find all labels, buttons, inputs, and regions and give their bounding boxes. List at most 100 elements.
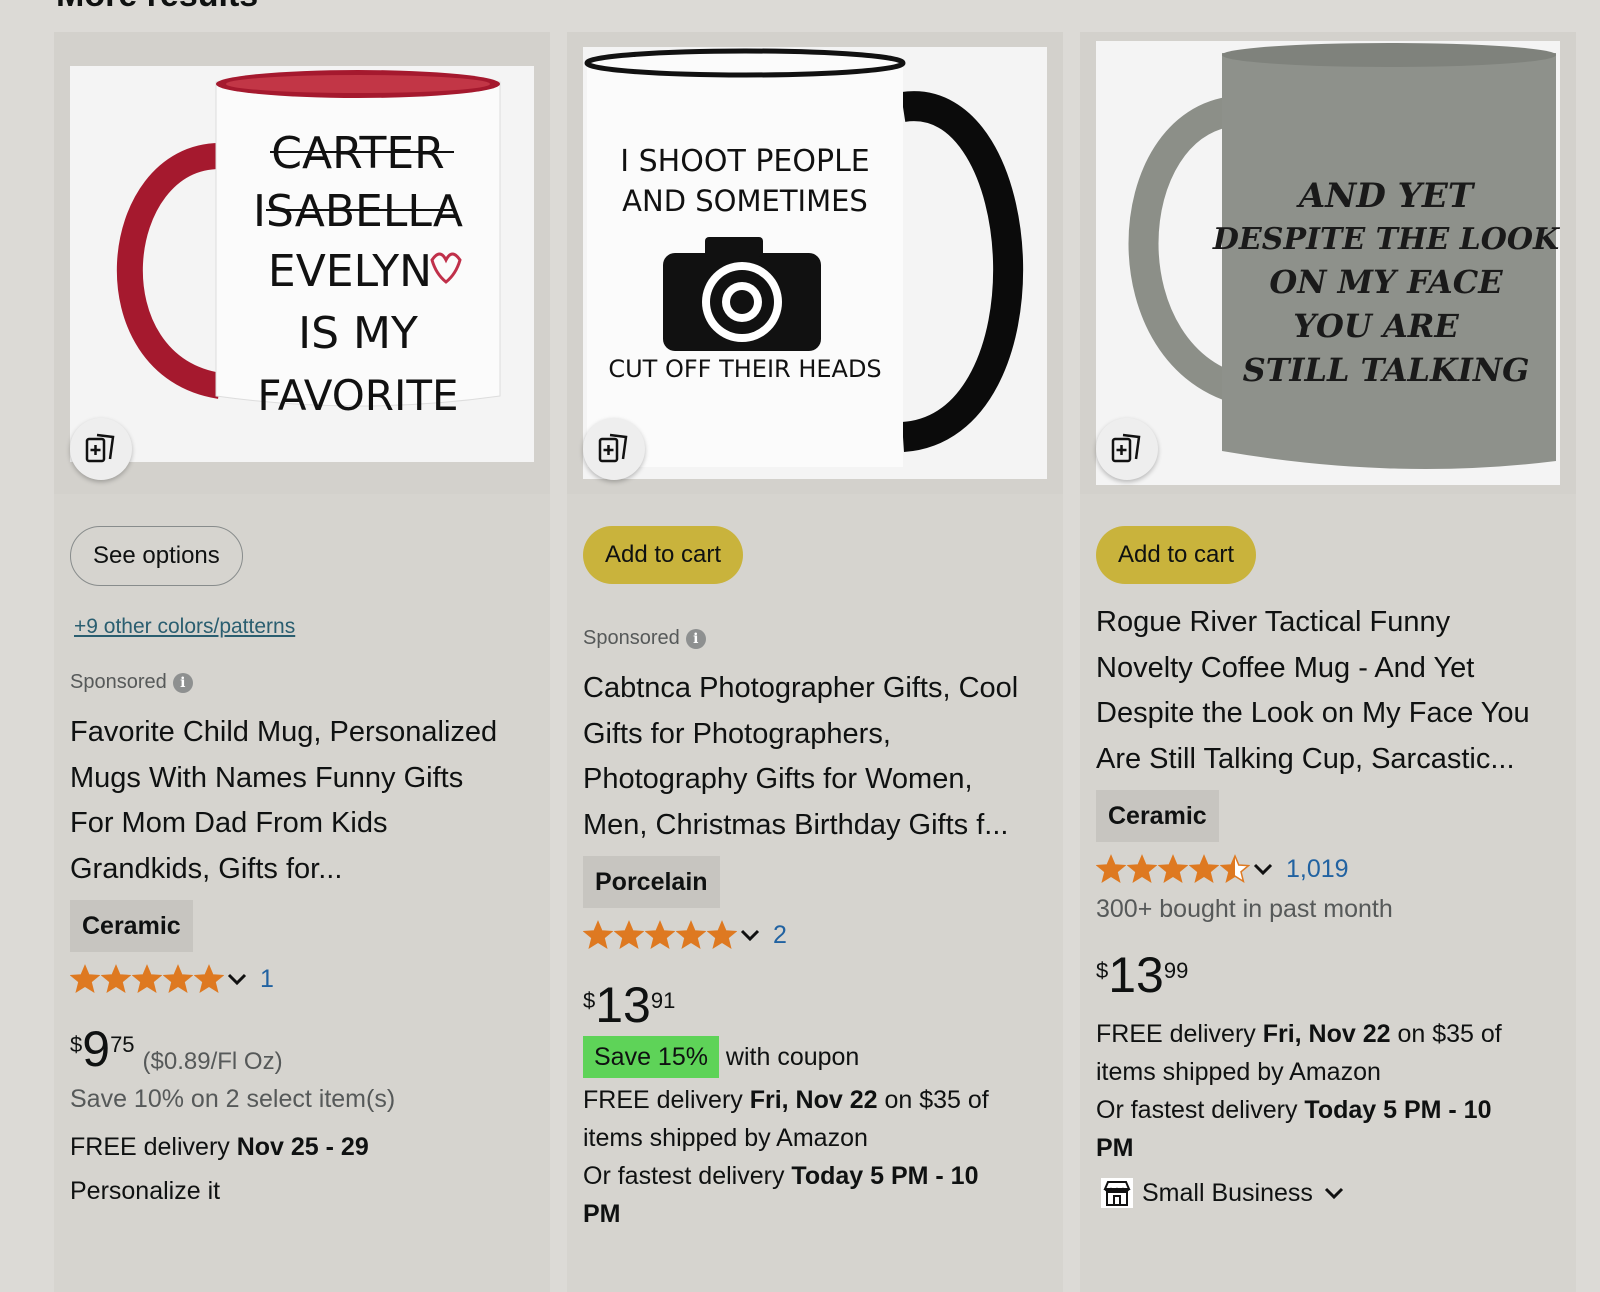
- rating-count-link[interactable]: 1: [260, 965, 274, 994]
- sponsored-label[interactable]: Sponsored i: [583, 627, 706, 650]
- star-icon: [163, 964, 193, 994]
- rating-row[interactable]: 2: [583, 920, 787, 950]
- mug-text-line: ISABELLA: [253, 186, 463, 237]
- add-to-cart-button[interactable]: Add to cart: [583, 526, 744, 584]
- add-to-compare-icon: [598, 433, 628, 463]
- title-line: Novelty Coffee Mug - And Yet: [1096, 651, 1475, 684]
- star-icon: [614, 920, 644, 950]
- product-title-link[interactable]: Rogue River Tactical Funny Novelty Coffe…: [1096, 600, 1572, 782]
- star-icon: [707, 920, 737, 950]
- title-line: Favorite Child Mug, Personalized: [70, 716, 498, 748]
- star-icon: [1127, 854, 1157, 884]
- product-image-area[interactable]: AND YET DESPITE THE LOOK ON MY FACE YOU …: [1080, 32, 1576, 494]
- title-line: Photography Gifts for Women,: [583, 763, 973, 795]
- price[interactable]: $ 9 75 ($0.89/Fl Oz): [70, 1024, 283, 1076]
- personalize-text: Personalize it: [70, 1177, 221, 1205]
- title-line: Despite the Look on My Face You: [1096, 697, 1530, 729]
- price-fraction: 99: [1163, 958, 1189, 983]
- mug-illustration-1: CARTER ISABELLA EVELYN IS MY FAVORITE: [70, 66, 534, 462]
- star-rating[interactable]: [1096, 854, 1250, 884]
- small-business-badge[interactable]: Small Business: [1100, 1174, 1347, 1212]
- delivery-prefix: FREE delivery: [70, 1133, 237, 1161]
- price-whole: 13: [595, 977, 651, 1033]
- mug-text-line: DESPITE THE LOOK: [1212, 222, 1560, 257]
- rating-count-link[interactable]: 2: [773, 921, 787, 950]
- mug-text-line: ON MY FACE: [1269, 263, 1503, 301]
- delivery-line2: items shipped by Amazon: [583, 1124, 868, 1152]
- product-card-3: AND YET DESPITE THE LOOK ON MY FACE YOU …: [1080, 32, 1576, 1292]
- title-line: For Mom Dad From Kids: [70, 807, 388, 839]
- delivery-date: Nov 25 - 29: [236, 1133, 369, 1161]
- star-icon: [645, 920, 675, 950]
- mug-text-line: IS MY: [298, 308, 418, 359]
- mug-text-line: CARTER: [271, 128, 444, 179]
- product-title-link[interactable]: Cabtnca Photographer Gifts, Cool Gifts f…: [583, 666, 1059, 848]
- delivery-date: Fri, Nov 22: [1262, 1020, 1391, 1048]
- title-line: Grandkids, Gifts for...: [70, 852, 343, 885]
- coupon-suffix: with coupon: [718, 1043, 860, 1071]
- info-icon[interactable]: i: [685, 628, 706, 649]
- chevron-down-icon[interactable]: [737, 922, 763, 948]
- fastest-prefix: Or fastest delivery: [1096, 1096, 1305, 1124]
- price[interactable]: $ 13 99: [1096, 950, 1188, 1000]
- info-icon[interactable]: i: [172, 672, 193, 693]
- add-to-compare-button[interactable]: [583, 418, 645, 480]
- delivery-text: FREE delivery Fri, Nov 22 on $35 of item…: [1096, 1015, 1566, 1167]
- rating-row[interactable]: 1: [70, 964, 274, 994]
- product-card-2: I SHOOT PEOPLE AND SOMETIMES CUT OFF THE…: [567, 32, 1063, 1292]
- other-colors-link[interactable]: +9 other colors/patterns: [74, 615, 295, 639]
- title-line: Mugs With Names Funny Gifts: [70, 761, 464, 794]
- mug-text-line: EVELYN: [268, 246, 432, 297]
- price-symbol: $: [583, 988, 596, 1013]
- star-icon: [132, 964, 162, 994]
- title-line: Cabtnca Photographer Gifts, Cool: [583, 672, 1019, 704]
- camera-drawing: [663, 237, 821, 351]
- product-image[interactable]: CARTER ISABELLA EVELYN IS MY FAVORITE: [70, 66, 534, 462]
- price-symbol: $: [70, 1032, 83, 1057]
- delivery-text: FREE delivery Fri, Nov 22 on $35 of item…: [583, 1081, 1053, 1233]
- small-business-label: Small Business: [1142, 1179, 1313, 1207]
- add-to-cart-button[interactable]: Add to cart: [1096, 526, 1257, 584]
- mug-text-line: CUT OFF THEIR HEADS: [608, 355, 881, 383]
- see-options-button[interactable]: See options: [70, 526, 243, 586]
- delivery-prefix: FREE delivery: [1096, 1020, 1263, 1048]
- product-image[interactable]: I SHOOT PEOPLE AND SOMETIMES CUT OFF THE…: [583, 47, 1047, 479]
- chevron-down-icon[interactable]: [1250, 856, 1276, 882]
- star-icon: [1096, 854, 1126, 884]
- star-icon: [1189, 854, 1219, 884]
- fastest-time-2: PM: [1096, 1134, 1134, 1162]
- product-image-area[interactable]: CARTER ISABELLA EVELYN IS MY FAVORITE: [54, 32, 550, 494]
- chevron-down-icon[interactable]: [1321, 1180, 1347, 1206]
- material-badge: Ceramic: [70, 900, 193, 952]
- mug-text-line: I SHOOT PEOPLE: [620, 144, 870, 179]
- sponsored-text: Sponsored: [583, 627, 680, 649]
- rating-count-link[interactable]: 1,019: [1286, 855, 1349, 884]
- add-to-compare-button[interactable]: [70, 418, 132, 480]
- rating-row[interactable]: 1,019: [1096, 854, 1349, 884]
- price-whole: 9: [82, 1021, 111, 1077]
- unit-price: ($0.89/Fl Oz): [142, 1048, 283, 1075]
- storefront-icon: [1101, 1178, 1133, 1208]
- product-title-link[interactable]: Favorite Child Mug, Personalized Mugs Wi…: [70, 710, 540, 892]
- delivery-text: FREE delivery Nov 25 - 29: [70, 1128, 369, 1166]
- sponsored-text: Sponsored: [70, 671, 167, 693]
- add-to-compare-icon: [1111, 433, 1141, 463]
- price[interactable]: $ 13 91: [583, 980, 675, 1030]
- star-rating[interactable]: [583, 920, 737, 950]
- product-image-area[interactable]: I SHOOT PEOPLE AND SOMETIMES CUT OFF THE…: [567, 32, 1063, 494]
- fastest-time: Today 5 PM - 10: [791, 1162, 979, 1190]
- mug-illustration-2: I SHOOT PEOPLE AND SOMETIMES CUT OFF THE…: [583, 47, 1047, 479]
- coupon-row[interactable]: Save 15% with coupon: [583, 1036, 859, 1078]
- fastest-prefix: Or fastest delivery: [583, 1162, 792, 1190]
- title-line: Men, Christmas Birthday Gifts f...: [583, 808, 1009, 841]
- delivery-prefix: FREE delivery: [583, 1086, 750, 1114]
- price-fraction: 75: [110, 1032, 135, 1057]
- add-to-compare-icon: [85, 433, 115, 463]
- mug-text-line: AND SOMETIMES: [622, 184, 868, 218]
- product-image[interactable]: AND YET DESPITE THE LOOK ON MY FACE YOU …: [1096, 41, 1560, 485]
- add-to-compare-button[interactable]: [1096, 418, 1158, 480]
- star-rating[interactable]: [70, 964, 224, 994]
- star-icon: [676, 920, 706, 950]
- sponsored-label[interactable]: Sponsored i: [70, 671, 193, 694]
- chevron-down-icon[interactable]: [224, 966, 250, 992]
